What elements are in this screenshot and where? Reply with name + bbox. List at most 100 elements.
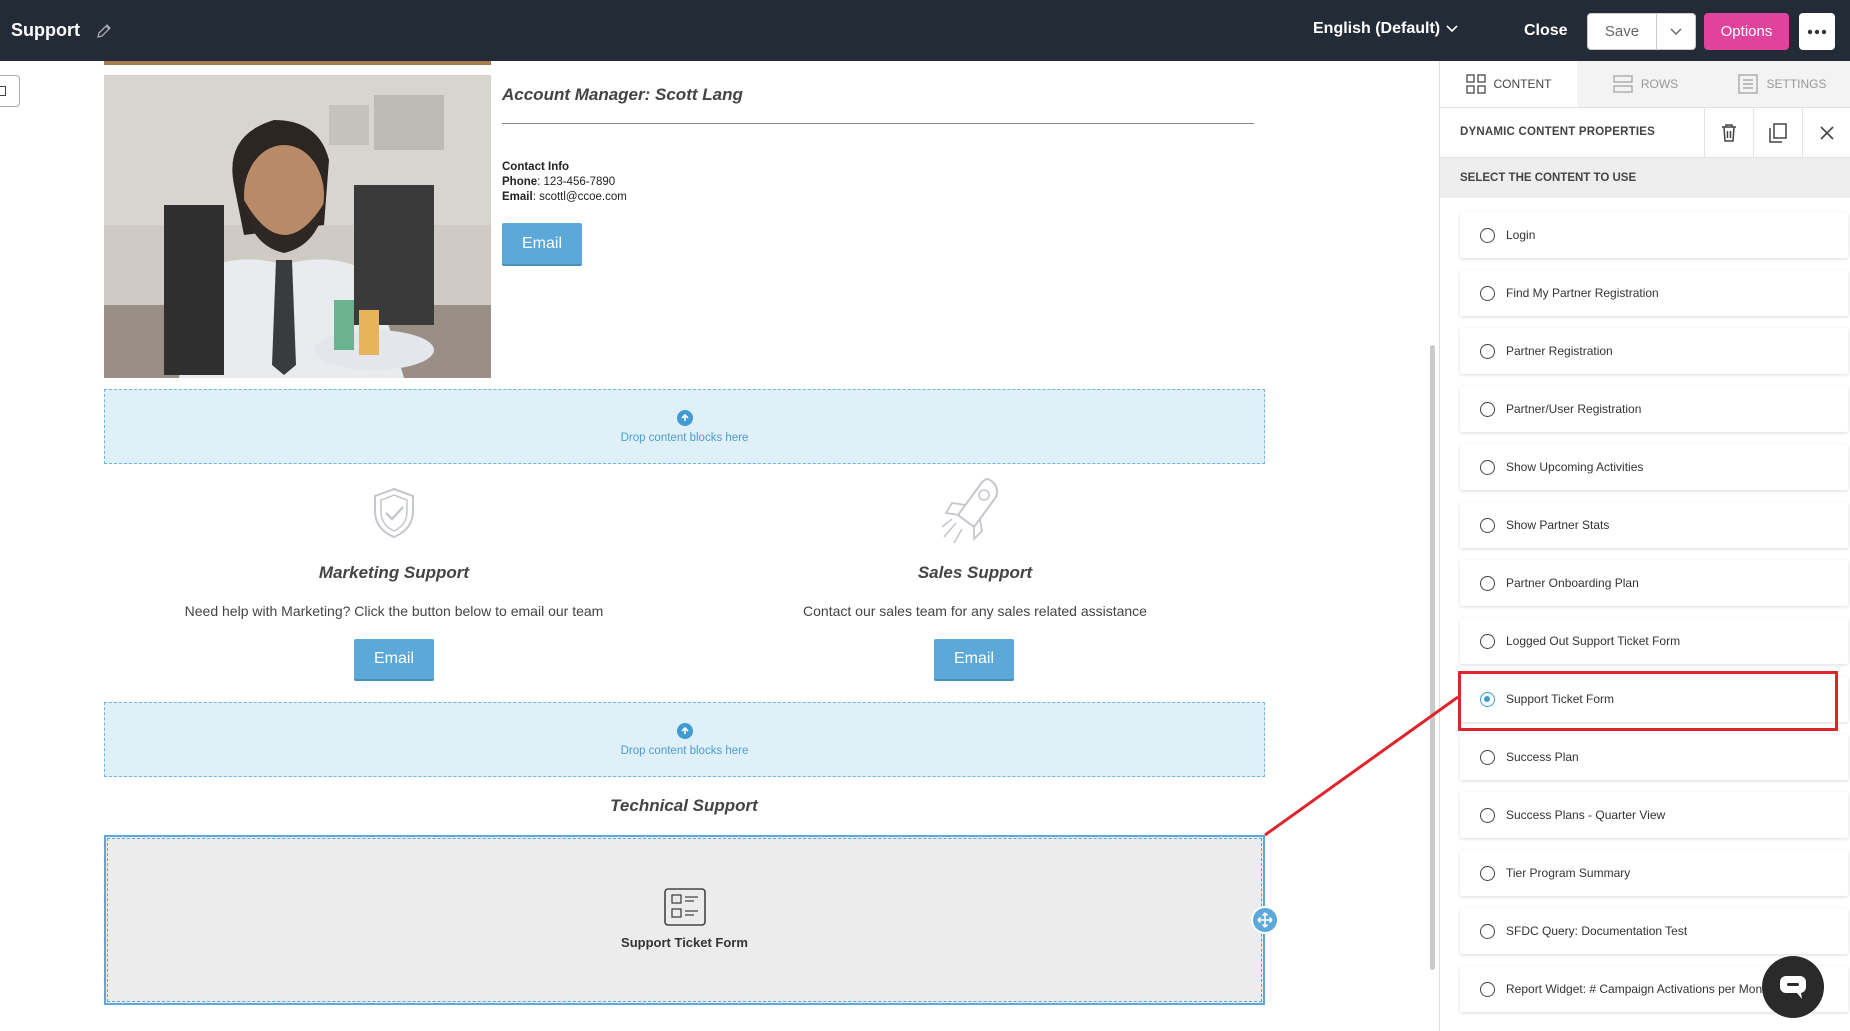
radio-unselected[interactable] <box>1480 923 1495 939</box>
options-button[interactable]: Options <box>1704 13 1789 50</box>
properties-panel: CONTENT ROWS SETTINGS DYNAMIC CONTENT PR… <box>1439 61 1850 1031</box>
content-option-label: Find My Partner Registration <box>1506 286 1659 300</box>
tab-settings-label: SETTINGS <box>1766 77 1827 91</box>
more-dots-icon <box>1807 29 1827 34</box>
close-button[interactable]: Close <box>1524 22 1568 40</box>
pencil-icon[interactable] <box>95 22 113 40</box>
tab-settings[interactable]: SETTINGS <box>1714 61 1850 107</box>
account-manager-photo[interactable] <box>104 75 491 378</box>
content-option-label: Login <box>1506 228 1536 242</box>
email-button-sales[interactable]: Email <box>934 639 1014 681</box>
content-option-label: Partner Onboarding Plan <box>1506 576 1639 590</box>
properties-title: DYNAMIC CONTENT PROPERTIES <box>1460 126 1655 138</box>
radio-unselected[interactable] <box>1480 749 1495 765</box>
content-option[interactable]: Find My Partner Registration <box>1460 270 1848 316</box>
marketing-support-description: Need help with Marketing? Click the butt… <box>184 603 604 619</box>
tab-content[interactable]: CONTENT <box>1440 61 1577 107</box>
content-option[interactable]: Show Upcoming Activities <box>1460 444 1848 490</box>
content-option[interactable]: SFDC Query: Documentation Test <box>1460 908 1848 954</box>
content-option[interactable]: Partner Registration <box>1460 328 1848 374</box>
close-icon <box>1820 126 1834 140</box>
canvas-scrollbar[interactable] <box>1430 345 1435 970</box>
content-option[interactable]: Success Plan <box>1460 734 1848 780</box>
email-value: : scottl@ccoe.com <box>532 191 627 203</box>
upload-arrow-icon <box>676 409 693 426</box>
content-option-label: Success Plans - Quarter View <box>1506 808 1666 822</box>
radio-unselected[interactable] <box>1480 401 1495 417</box>
radio-unselected[interactable] <box>1480 633 1495 649</box>
contact-info-label: Contact Info <box>502 161 570 173</box>
content-option[interactable]: Success Plans - Quarter View <box>1460 792 1848 838</box>
content-option-label: Partner/User Registration <box>1506 402 1642 416</box>
content-option-label: Partner Registration <box>1506 344 1613 358</box>
radio-unselected[interactable] <box>1480 459 1495 475</box>
phone-label: Phone <box>502 176 538 188</box>
panel-tabs: CONTENT ROWS SETTINGS <box>1440 61 1850 108</box>
sales-support-description: Contact our sales team for any sales rel… <box>803 603 1147 619</box>
content-option-label: Success Plan <box>1506 750 1579 764</box>
support-ticket-form-label: Support Ticket Form <box>621 935 748 950</box>
save-button-group: Save <box>1587 13 1696 50</box>
upload-arrow-icon <box>676 722 693 739</box>
drop-zone[interactable]: Drop content blocks here <box>104 702 1265 777</box>
account-manager-title: Account Manager: Scott Lang <box>502 85 743 104</box>
email-label: Email <box>502 191 533 203</box>
content-option-label: Show Upcoming Activities <box>1506 460 1644 474</box>
drop-zone-text: Drop content blocks here <box>620 744 749 757</box>
chevron-down-icon <box>1670 28 1682 35</box>
contact-info: Contact Info Phone: 123-456-7890 Email: … <box>502 160 627 205</box>
tab-rows-label: ROWS <box>1640 77 1679 91</box>
chat-icon <box>1780 976 1806 999</box>
delete-button[interactable] <box>1704 108 1753 158</box>
rocket-icon <box>941 477 998 544</box>
content-option[interactable]: Tier Program Summary <box>1460 850 1848 896</box>
support-ticket-form-block[interactable]: Support Ticket Form <box>104 835 1265 1005</box>
radio-unselected[interactable] <box>1480 865 1495 881</box>
marketing-support-title: Marketing Support <box>318 563 470 582</box>
content-option[interactable]: Login <box>1460 212 1848 258</box>
save-dropdown-button[interactable] <box>1657 14 1695 49</box>
tab-rows[interactable]: ROWS <box>1577 61 1714 107</box>
chevron-down-icon <box>1446 25 1458 33</box>
email-button-account-manager[interactable]: Email <box>502 223 582 266</box>
content-option[interactable]: Logged Out Support Ticket Form <box>1460 618 1848 664</box>
radio-unselected[interactable] <box>1480 575 1495 591</box>
email-button-marketing[interactable]: Email <box>354 639 434 681</box>
select-content-title: SELECT THE CONTENT TO USE <box>1460 172 1637 184</box>
close-panel-button[interactable] <box>1802 108 1850 158</box>
content-option[interactable]: Show Partner Stats <box>1460 502 1848 548</box>
row-handle[interactable] <box>0 75 20 107</box>
content-option[interactable]: Partner Onboarding Plan <box>1460 560 1848 606</box>
content-option-label: Tier Program Summary <box>1506 866 1631 880</box>
radio-unselected[interactable] <box>1480 343 1495 359</box>
radio-unselected[interactable] <box>1480 285 1495 301</box>
more-button[interactable] <box>1799 13 1835 50</box>
content-option-label: Report Widget: # Campaign Activations pe… <box>1506 982 1773 996</box>
divider <box>502 123 1254 124</box>
content-option-label: Show Partner Stats <box>1506 518 1610 532</box>
move-icon[interactable] <box>1251 906 1279 934</box>
top-bar: Support English (Default) Close Save Opt… <box>0 0 1850 61</box>
save-button[interactable]: Save <box>1588 14 1657 49</box>
drop-zone[interactable]: Drop content blocks here <box>104 389 1265 464</box>
radio-unselected[interactable] <box>1480 517 1495 533</box>
grid-icon <box>1465 74 1486 94</box>
properties-header: DYNAMIC CONTENT PROPERTIES <box>1440 108 1850 158</box>
content-option-label: SFDC Query: Documentation Test <box>1506 924 1688 938</box>
trash-icon <box>1722 124 1736 142</box>
language-select[interactable]: English (Default) <box>1313 20 1458 38</box>
row-handle-icon <box>0 86 6 96</box>
language-label: English (Default) <box>1313 20 1441 37</box>
phone-value: : 123-456-7890 <box>537 176 616 188</box>
radio-unselected[interactable] <box>1480 981 1495 997</box>
copy-icon <box>1769 123 1787 143</box>
duplicate-button[interactable] <box>1753 108 1802 158</box>
shield-check-icon <box>374 487 414 539</box>
radio-unselected[interactable] <box>1480 807 1495 823</box>
form-icon <box>663 888 706 926</box>
drop-zone-text: Drop content blocks here <box>620 431 749 444</box>
technical-support-title: Technical Support <box>610 796 758 815</box>
chat-button[interactable] <box>1762 956 1824 1018</box>
content-option[interactable]: Partner/User Registration <box>1460 386 1848 432</box>
radio-unselected[interactable] <box>1480 227 1495 243</box>
